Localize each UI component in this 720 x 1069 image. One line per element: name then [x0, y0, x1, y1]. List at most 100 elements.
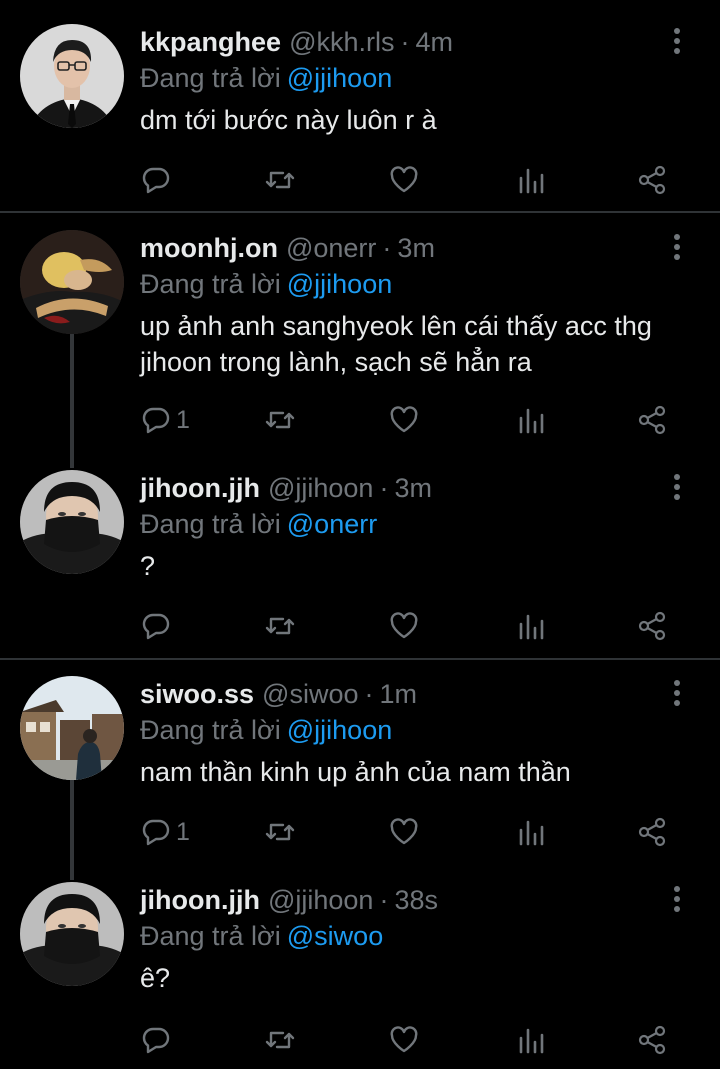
tweet-text: nam thần kinh up ảnh của nam thần [140, 757, 571, 787]
heart-icon [390, 166, 418, 193]
reply-icon [142, 407, 170, 434]
tweet-0[interactable]: kkpanghee @kkh.rls · 4m Đang trả lời @jji… [0, 0, 720, 212]
replying-to: Đang trả lời @siwoo [140, 918, 660, 954]
like-button[interactable] [388, 812, 420, 852]
avatar[interactable] [20, 24, 124, 128]
retweet-button[interactable] [264, 160, 296, 200]
reply-icon [142, 1027, 170, 1054]
replying-to: Đang trả lời @jjihoon [140, 60, 660, 96]
username[interactable]: @siwoo [262, 676, 358, 712]
avatar-masked-person-image [20, 882, 124, 986]
heart-icon [390, 612, 418, 639]
display-name[interactable]: jihoon.jjh [140, 882, 260, 918]
analytics-icon [519, 614, 544, 640]
separator-dot: · [400, 27, 410, 57]
avatar[interactable] [20, 470, 124, 574]
replying-to: Đang trả lời @onerr [140, 506, 660, 542]
retweet-button[interactable] [264, 400, 296, 440]
mention-link[interactable]: @jjihoon [287, 63, 392, 93]
share-button[interactable] [636, 606, 668, 646]
share-button[interactable] [636, 160, 668, 200]
mention-link[interactable]: @onerr [287, 509, 377, 539]
more-options-icon[interactable] [662, 26, 692, 56]
reply-button[interactable] [140, 160, 176, 200]
retweet-button[interactable] [264, 1020, 296, 1060]
display-name[interactable]: moonhj.on [140, 230, 278, 266]
action-bar [140, 160, 680, 200]
views-button[interactable] [516, 812, 548, 852]
avatar-masked-person-image [20, 470, 124, 574]
replying-label: Đang trả lời [140, 715, 281, 745]
avatar[interactable] [20, 882, 124, 986]
views-button[interactable] [516, 1020, 548, 1060]
tweet-1[interactable]: moonhj.on @onerr · 3m Đang trả lời @jjiho… [0, 212, 720, 468]
like-button[interactable] [388, 606, 420, 646]
retweet-icon [265, 1031, 295, 1049]
reply-button[interactable] [140, 606, 176, 646]
share-icon [638, 165, 666, 195]
reply-count: 1 [176, 817, 190, 846]
share-icon [638, 817, 666, 847]
mention-link[interactable]: @siwoo [287, 921, 383, 951]
like-button[interactable] [388, 1020, 420, 1060]
heart-icon [390, 818, 418, 845]
display-name[interactable]: siwoo.ss [140, 676, 254, 712]
analytics-icon [519, 168, 544, 194]
share-button[interactable] [636, 400, 668, 440]
username[interactable]: @onerr [286, 230, 376, 266]
display-name[interactable]: jihoon.jjh [140, 470, 260, 506]
avatar[interactable] [20, 230, 124, 334]
mention-link[interactable]: @jjihoon [287, 715, 392, 745]
tweet-text: ê? [140, 963, 171, 993]
replying-to: Đang trả lời @jjihoon [140, 266, 660, 302]
more-options-icon[interactable] [662, 472, 692, 502]
reply-button[interactable] [140, 1020, 176, 1060]
timestamp[interactable]: 3m [394, 470, 432, 506]
thread-line [70, 334, 74, 468]
reply-button[interactable]: 1 [140, 812, 190, 852]
display-name[interactable]: kkpanghee [140, 24, 281, 60]
heart-icon [390, 1026, 418, 1053]
like-button[interactable] [388, 160, 420, 200]
views-button[interactable] [516, 606, 548, 646]
like-button[interactable] [388, 400, 420, 440]
reply-icon [142, 167, 170, 194]
timestamp[interactable]: 1m [380, 676, 418, 712]
views-button[interactable] [516, 160, 548, 200]
analytics-icon [519, 820, 544, 846]
share-button[interactable] [636, 812, 668, 852]
separator-dot: · [382, 233, 392, 263]
action-bar: 1 [140, 400, 680, 440]
reply-count: 1 [176, 405, 190, 434]
views-button[interactable] [516, 400, 548, 440]
reply-icon [142, 613, 170, 640]
retweet-button[interactable] [264, 606, 296, 646]
avatar-man-in-suit-image [20, 24, 124, 128]
reply-icon [142, 819, 170, 846]
more-options-icon[interactable] [662, 678, 692, 708]
more-options-icon[interactable] [662, 232, 692, 262]
tweet-2[interactable]: jihoon.jjh @jjihoon · 3m Đang trả lời @on… [0, 458, 720, 658]
heart-icon [390, 406, 418, 433]
tweet-4[interactable]: jihoon.jjh @jjihoon · 38s Đang trả lời @s… [0, 866, 720, 1069]
avatar[interactable] [20, 676, 124, 780]
retweet-icon [265, 411, 295, 429]
replying-to: Đang trả lời @jjihoon [140, 712, 660, 748]
replying-label: Đang trả lời [140, 63, 281, 93]
separator-dot: · [379, 473, 389, 503]
action-bar: 1 [140, 812, 680, 852]
timestamp[interactable]: 4m [415, 24, 453, 60]
tweet-3[interactable]: siwoo.ss @siwoo · 1m Đang trả lời @jjihoo… [0, 660, 720, 880]
more-options-icon[interactable] [662, 884, 692, 914]
replying-label: Đang trả lời [140, 269, 281, 299]
username[interactable]: @kkh.rls [289, 24, 394, 60]
timestamp[interactable]: 3m [397, 230, 435, 266]
replying-label: Đang trả lời [140, 921, 281, 951]
retweet-button[interactable] [264, 812, 296, 852]
share-button[interactable] [636, 1020, 668, 1060]
username[interactable]: @jjihoon [268, 882, 373, 918]
mention-link[interactable]: @jjihoon [287, 269, 392, 299]
reply-button[interactable]: 1 [140, 400, 190, 440]
username[interactable]: @jjihoon [268, 470, 373, 506]
timestamp[interactable]: 38s [394, 882, 438, 918]
